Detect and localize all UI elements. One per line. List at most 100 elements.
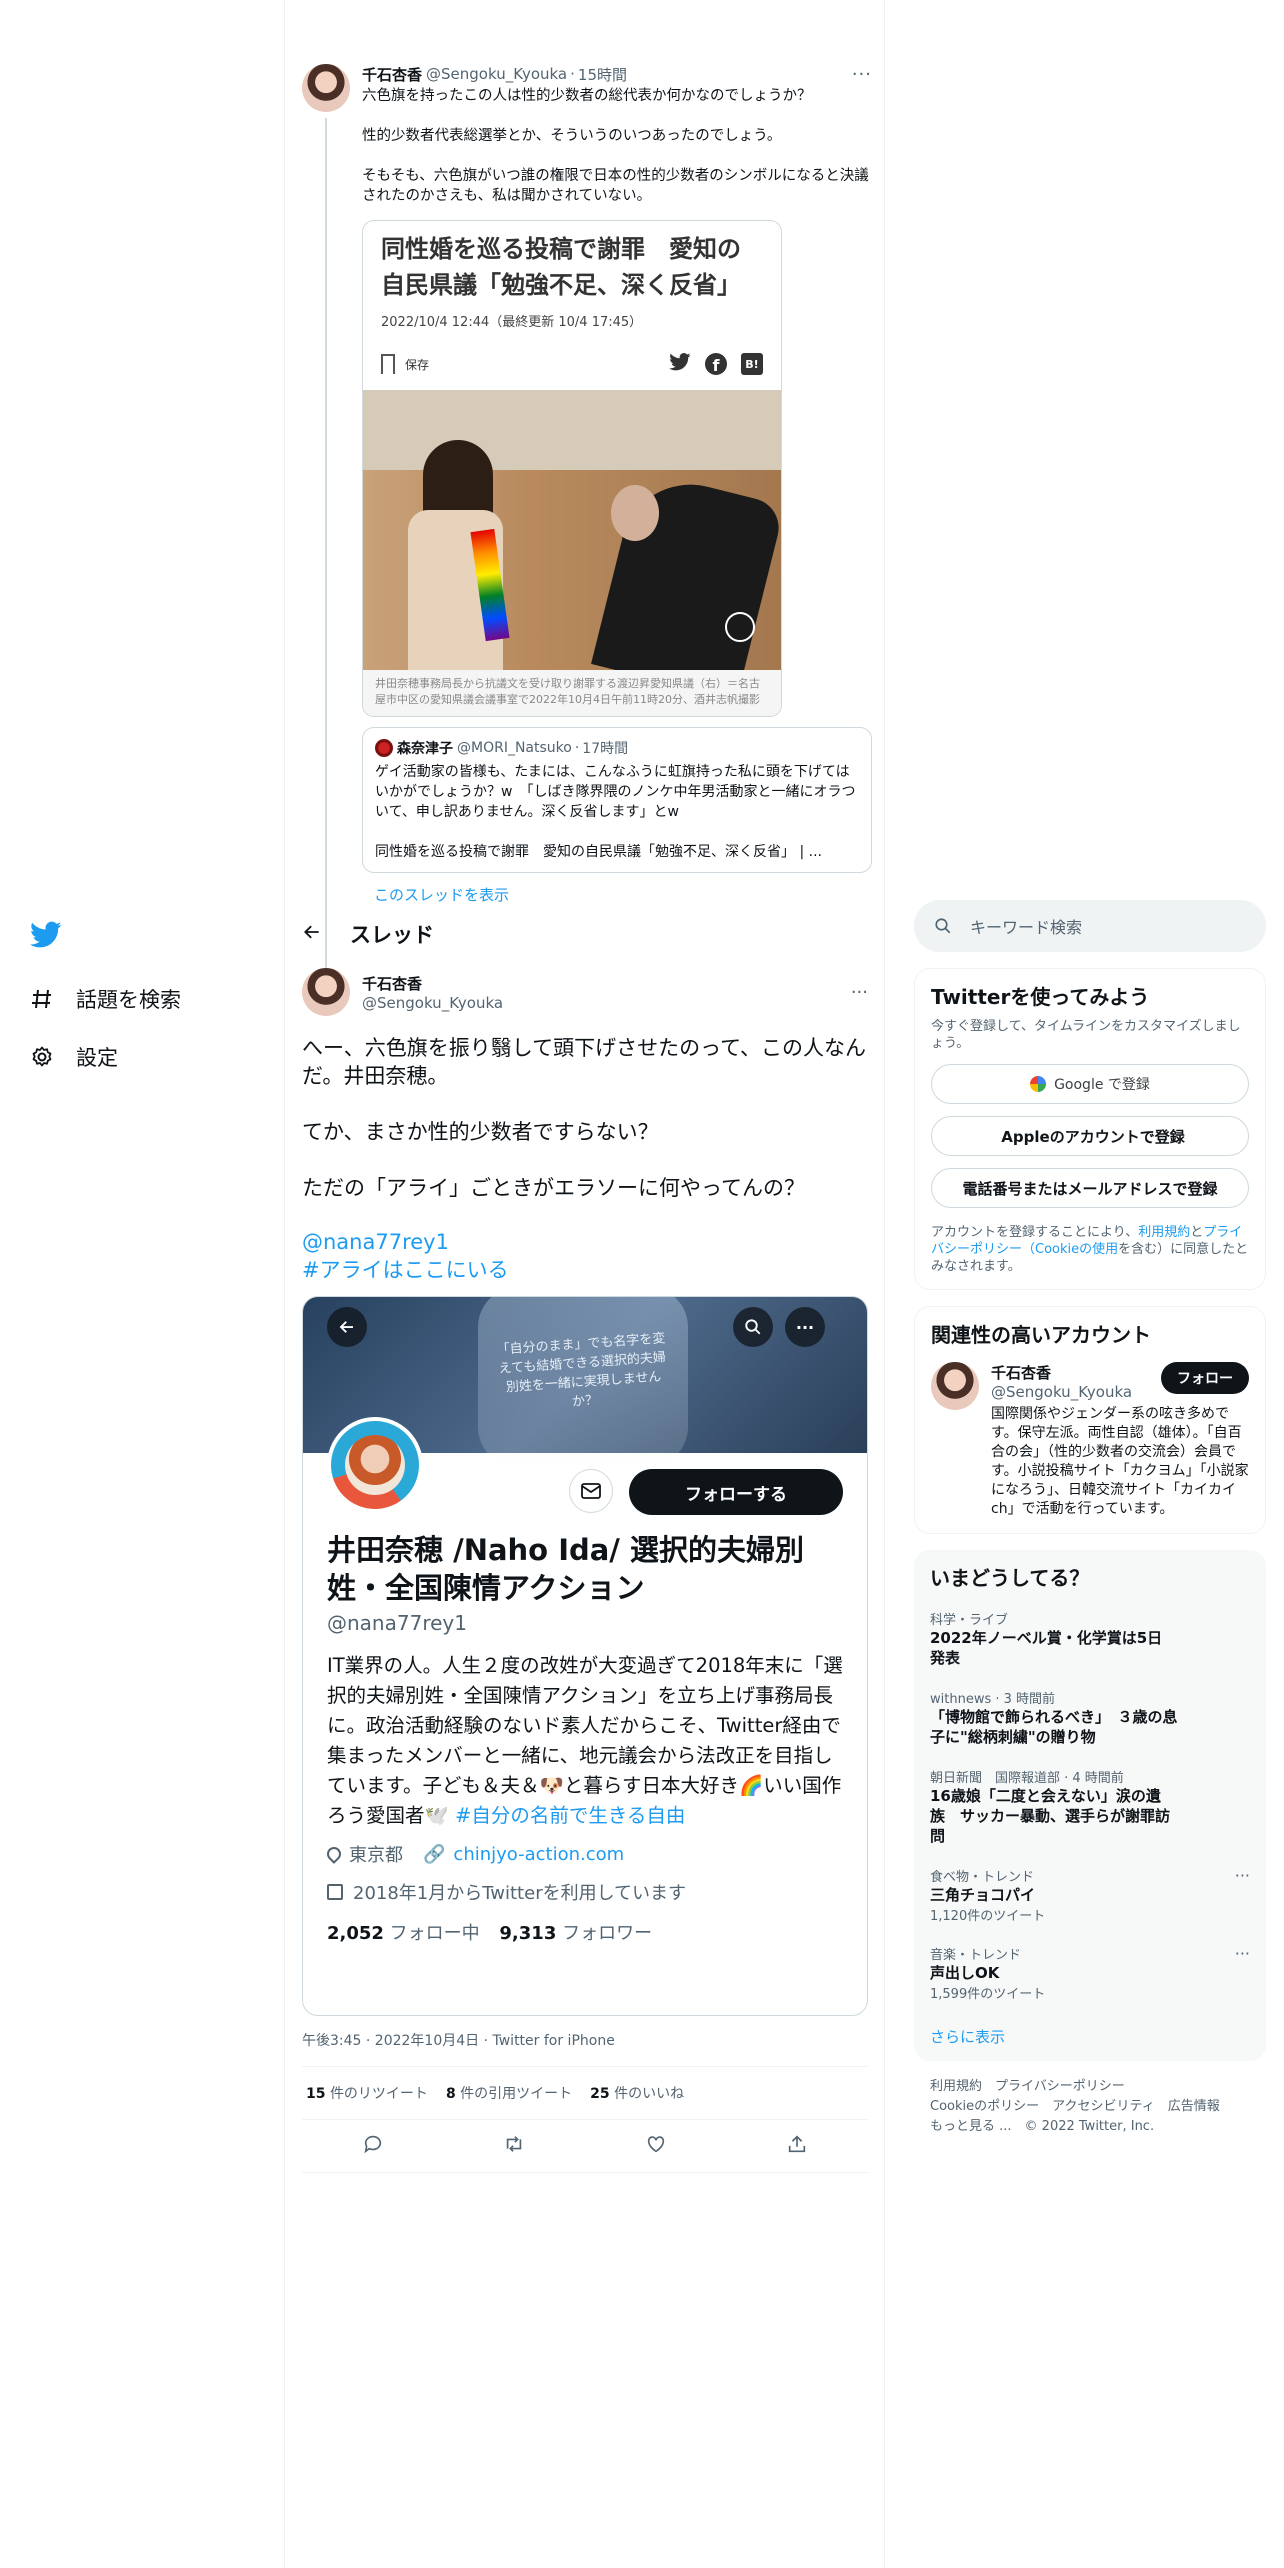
reply-icon[interactable] bbox=[362, 2133, 384, 2159]
avatar[interactable] bbox=[302, 64, 350, 112]
footer-link[interactable]: プライバシーポリシー bbox=[995, 2079, 1125, 2094]
trend-count: 1,120件のツイート bbox=[930, 1909, 1046, 1924]
retweets-stat[interactable]: 15 件のリツイート bbox=[306, 2083, 428, 2103]
search-bar[interactable]: キーワード検索 bbox=[914, 900, 1266, 952]
quotes-stat[interactable]: 8 件の引用ツイート bbox=[446, 2083, 572, 2103]
article-card[interactable]: 同性婚を巡る投稿で謝罪 愛知の自民県議「勉強不足、深く反省」 2022/10/4… bbox=[362, 220, 782, 717]
gear-icon bbox=[32, 1046, 52, 1067]
like-icon[interactable] bbox=[645, 2133, 667, 2159]
hashtag-icon bbox=[32, 989, 51, 1009]
search-icon bbox=[935, 918, 951, 934]
footer-link[interactable]: 利用規約 bbox=[930, 2079, 982, 2094]
trend-item[interactable]: 音楽・トレンド 声出しOK 1,599件のツイート ··· bbox=[914, 1934, 1266, 2012]
profile-url[interactable]: chinjyo-action.com bbox=[453, 1844, 624, 1865]
phone-signup-button[interactable]: 電話番号またはメールアドレスで登録 bbox=[931, 1168, 1249, 1208]
more-icon[interactable]: ··· bbox=[852, 64, 872, 85]
retweet-icon[interactable] bbox=[503, 2133, 525, 2159]
footer-link[interactable]: Cookieのポリシー bbox=[930, 2099, 1039, 2114]
separator-dot: · bbox=[574, 740, 580, 756]
profile-screenshot[interactable]: 「自分のまま」でも名字を変えても結婚できる選択的夫婦別姓を一緒に実現しませんか？… bbox=[302, 1296, 868, 2016]
more-icon[interactable]: ··· bbox=[1235, 1944, 1250, 1963]
zoom-icon[interactable] bbox=[725, 612, 755, 642]
avatar bbox=[375, 739, 393, 757]
share-icon[interactable] bbox=[786, 2133, 808, 2159]
location-icon bbox=[324, 1844, 344, 1864]
footer-links: 利用規約 プライバシーポリシー Cookieのポリシー アクセシビリティ 広告情… bbox=[914, 2061, 1266, 2153]
article-date: 2022/10/4 12:44（最終更新 10/4 17:45） bbox=[381, 315, 643, 330]
footer-link[interactable]: もっと見る ... bbox=[930, 2119, 1012, 2134]
following-count[interactable]: 2,052 bbox=[327, 1923, 384, 1944]
nav-explore-label: 話題を検索 bbox=[76, 988, 181, 1012]
profile-joined: 2018年1月からTwitterを利用しています bbox=[353, 1883, 687, 1904]
trend-title: 「博物館で飾られるべき」 ３歳の息子に"総柄刺繍"の贈り物 bbox=[930, 1708, 1178, 1746]
copyright: © 2022 Twitter, Inc. bbox=[1024, 2119, 1155, 2134]
back-arrow-icon[interactable] bbox=[302, 922, 322, 946]
parent-tweet[interactable]: 千石杏香 @Sengoku_Kyouka · 15時間 ··· 六色旗を持ったこ… bbox=[286, 56, 884, 968]
show-thread-link[interactable]: このスレッドを表示 bbox=[374, 884, 509, 905]
trend-context: 音楽・トレンド bbox=[930, 1948, 1022, 1963]
quote-text: ゲイ活動家の皆様も、たまには、こんなふうに虹旗持った私に頭を下げてはいかがでしょ… bbox=[375, 764, 856, 860]
nav-settings[interactable]: 設定 bbox=[0, 1028, 284, 1086]
trend-context: withnews · 3 時間前 bbox=[930, 1692, 1056, 1707]
follow-button[interactable]: フォローする bbox=[629, 1469, 843, 1515]
apple-signup-button[interactable]: Appleのアカウントで登録 bbox=[931, 1116, 1249, 1156]
tweet-text: 六色旗を持ったこの人は性的少数者の総代表か何かなのでしょうか？ 性的少数者代表総… bbox=[362, 88, 869, 204]
more-icon[interactable]: ··· bbox=[851, 982, 868, 1003]
trend-item[interactable]: withnews · 3 時間前 「博物館で飾られるべき」 ３歳の息子に"総柄刺… bbox=[914, 1678, 1266, 1757]
user-name[interactable]: 千石杏香 bbox=[362, 64, 422, 85]
profile-bio: IT業界の人。人生２度の改姓が大変過ぎて2018年末に「選択的夫婦別姓・全国陳情… bbox=[327, 1654, 843, 1827]
profile-bio-hashtag[interactable]: #自分の名前で生きる自由 bbox=[455, 1804, 685, 1827]
trend-title: 16歳娘「二度と会えない」涙の遺族 サッカー暴動、選手らが謝罪訪問 bbox=[930, 1787, 1171, 1845]
related-name[interactable]: 千石杏香 bbox=[991, 1362, 1132, 1383]
trend-context: 食べ物・トレンド bbox=[930, 1870, 1035, 1885]
terms-link[interactable]: 利用規約 bbox=[1138, 1225, 1190, 1240]
user-name[interactable]: 千石杏香 bbox=[362, 973, 503, 994]
related-title: 関連性の高いアカウント bbox=[931, 1323, 1151, 1347]
following-label: フォロー中 bbox=[389, 1923, 480, 1944]
hashtag-link[interactable]: #アライはここにいる bbox=[302, 1256, 868, 1284]
search-icon[interactable] bbox=[733, 1307, 773, 1347]
back-arrow-icon[interactable] bbox=[327, 1307, 367, 1347]
related-bio: 国際関係やジェンダー系の呟き多めです。保守左派。両性自認（雄体）。「自百合の会」… bbox=[991, 1406, 1249, 1517]
trend-item[interactable]: 朝日新聞 国際報道部 · 4 時間前 16歳娘「二度と会えない」涙の遺族 サッカ… bbox=[914, 1757, 1266, 1856]
page-title: スレッド bbox=[350, 923, 434, 947]
avatar[interactable] bbox=[302, 968, 350, 1016]
tweet-time[interactable]: 15時間 bbox=[578, 64, 627, 85]
mention-link[interactable]: @nana77rey1 bbox=[302, 1228, 868, 1256]
trend-title: 2022年ノーベル賞・化学賞は5日発表 bbox=[930, 1629, 1163, 1667]
mail-icon[interactable] bbox=[569, 1469, 613, 1513]
user-handle[interactable]: @Sengoku_Kyouka bbox=[426, 65, 567, 83]
more-icon[interactable]: ··· bbox=[1235, 1866, 1250, 1885]
signup-subtitle: 今すぐ登録して、タイムラインをカスタマイズしましょう。 bbox=[931, 1019, 1241, 1051]
avatar[interactable] bbox=[931, 1362, 979, 1410]
user-handle[interactable]: @Sengoku_Kyouka bbox=[362, 994, 503, 1012]
apple-signup-label: Appleのアカウントで登録 bbox=[1001, 1127, 1185, 1146]
article-caption: 井田奈穂事務局長から抗議文を受け取り謝罪する渡辺昇愛知県議（右）＝名古屋市中区の… bbox=[363, 670, 781, 716]
follow-button[interactable]: フォロー bbox=[1161, 1362, 1249, 1394]
followers-count[interactable]: 9,313 bbox=[499, 1923, 556, 1944]
footer-link[interactable]: アクセシビリティ bbox=[1052, 2099, 1155, 2114]
show-more-link[interactable]: さらに表示 bbox=[914, 2012, 1266, 2061]
twitter-logo-icon[interactable] bbox=[0, 900, 284, 970]
google-signup-button[interactable]: Google で登録 bbox=[931, 1064, 1249, 1104]
search-input[interactable]: キーワード検索 bbox=[970, 914, 1082, 938]
article-photo bbox=[363, 390, 781, 670]
likes-label: 件のいいね bbox=[614, 2086, 685, 2102]
tweet-meta[interactable]: 午後3:45 · 2022年10月4日 · Twitter for iPhone bbox=[302, 2030, 868, 2050]
thread-header: スレッド bbox=[286, 908, 884, 960]
signup-panel: Twitterを使ってみよう 今すぐ登録して、タイムラインをカスタマイズしましょ… bbox=[914, 968, 1266, 1290]
link-icon: 🔗 bbox=[423, 1843, 446, 1865]
article-headline: 同性婚を巡る投稿で謝罪 愛知の自民県議「勉強不足、深く反省」 bbox=[381, 235, 741, 299]
trend-title: 声出しOK bbox=[930, 1964, 1000, 1982]
related-handle[interactable]: @Sengoku_Kyouka bbox=[991, 1383, 1132, 1401]
footer-link[interactable]: 広告情報 bbox=[1168, 2099, 1220, 2114]
facebook-share-icon: f bbox=[705, 353, 727, 375]
nav-explore[interactable]: 話題を検索 bbox=[0, 970, 284, 1028]
trend-item[interactable]: 食べ物・トレンド 三角チョコパイ 1,120件のツイート ··· bbox=[914, 1856, 1266, 1934]
quoted-tweet[interactable]: 森奈津子 @MORI_Natsuko · 17時間 ゲイ活動家の皆様も、たまには… bbox=[362, 727, 872, 873]
more-icon[interactable]: ··· bbox=[785, 1307, 825, 1347]
likes-stat[interactable]: 25 件のいいね bbox=[590, 2083, 684, 2103]
trend-item[interactable]: 科学・ライブ 2022年ノーベル賞・化学賞は5日発表 bbox=[914, 1599, 1266, 1678]
retweets-count: 15 bbox=[306, 2086, 326, 2102]
save-label: 保存 bbox=[405, 357, 430, 372]
